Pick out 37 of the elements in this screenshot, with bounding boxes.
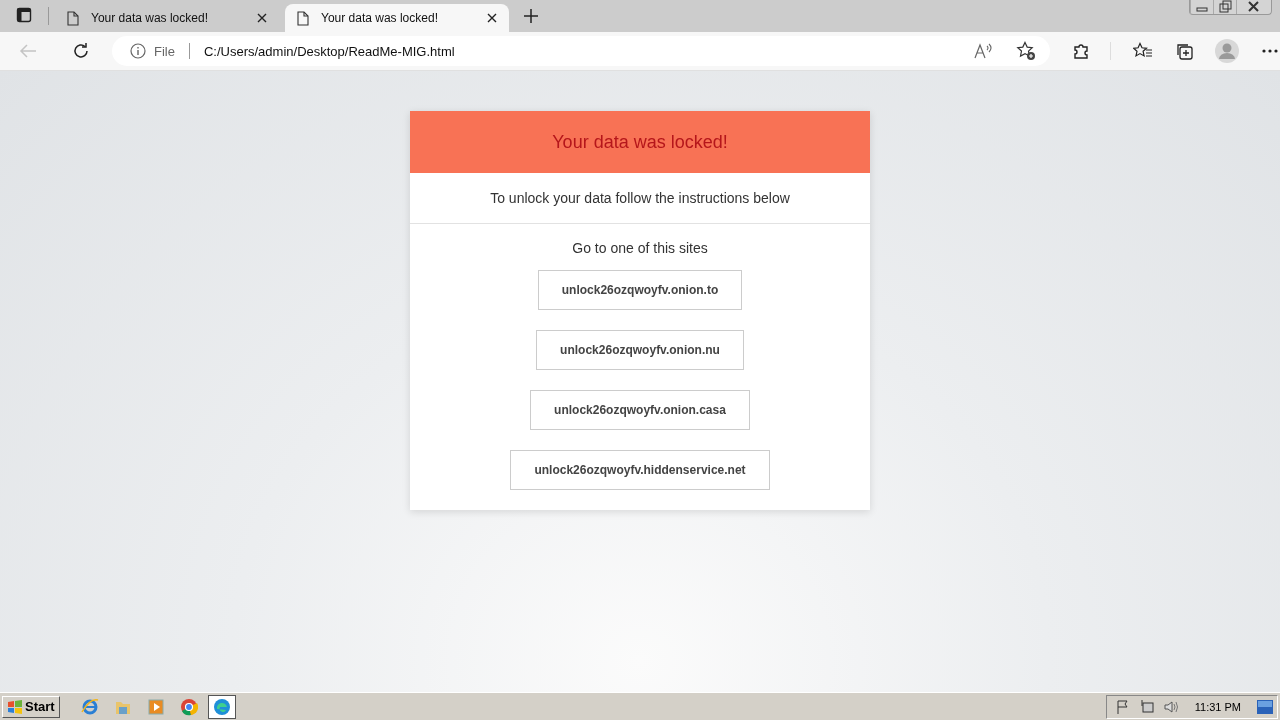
page-icon [67,10,79,26]
collections-icon[interactable] [1175,42,1193,60]
site-link-button[interactable]: unlock26ozqwoyfv.onion.nu [536,330,744,370]
clock-text: 11:31 PM [1194,700,1241,713]
site-link-button[interactable]: unlock26ozqwoyfv.onion.to [537,270,743,310]
refresh-icon[interactable] [72,42,90,60]
note-subtitle: To unlock your data follow the instructions below [410,173,870,224]
edge-app-icon[interactable] [207,694,236,719]
show-desktop-icon[interactable] [1257,699,1273,714]
address-bar[interactable]: File C:/Users/admin/Desktop/ReadMe-MIG.html [112,36,1050,66]
info-icon[interactable] [130,43,146,59]
more-icon[interactable] [1261,48,1279,54]
site-link-button[interactable]: unlock26ozqwoyfv.hiddenservice.net [510,450,770,490]
start-button[interactable]: Start [2,695,60,718]
browser-tab[interactable]: Your data was locked! [285,4,509,32]
note-prompt: Go to one of this sites [572,240,708,256]
network-icon[interactable] [1138,698,1155,715]
add-favorite-icon[interactable] [1016,41,1036,61]
site-link-button[interactable]: unlock26ozqwoyfv.onion.casa [530,390,750,430]
tab-title: Your data was locked! [91,11,209,25]
tab-title: Your data was locked! [321,11,439,25]
scheme-label: File [154,43,175,59]
read-aloud-icon[interactable] [974,42,994,60]
close-icon[interactable] [487,13,497,23]
browser-tab[interactable]: Your data was locked! [55,4,279,32]
profile-avatar-icon[interactable] [1215,39,1239,63]
page-icon [297,10,309,26]
url-text: C:/Users/admin/Desktop/ReadMe-MIG.html [203,43,455,59]
note-title: Your data was locked! [552,131,728,153]
windows-logo-icon [7,699,23,714]
flag-icon[interactable] [1114,698,1131,715]
new-tab-icon[interactable] [523,8,539,24]
close-icon[interactable] [257,13,267,23]
volume-icon[interactable] [1162,698,1179,715]
tab-actions-icon[interactable] [16,7,32,23]
extensions-icon[interactable] [1072,42,1090,60]
favorites-icon[interactable] [1133,42,1153,60]
